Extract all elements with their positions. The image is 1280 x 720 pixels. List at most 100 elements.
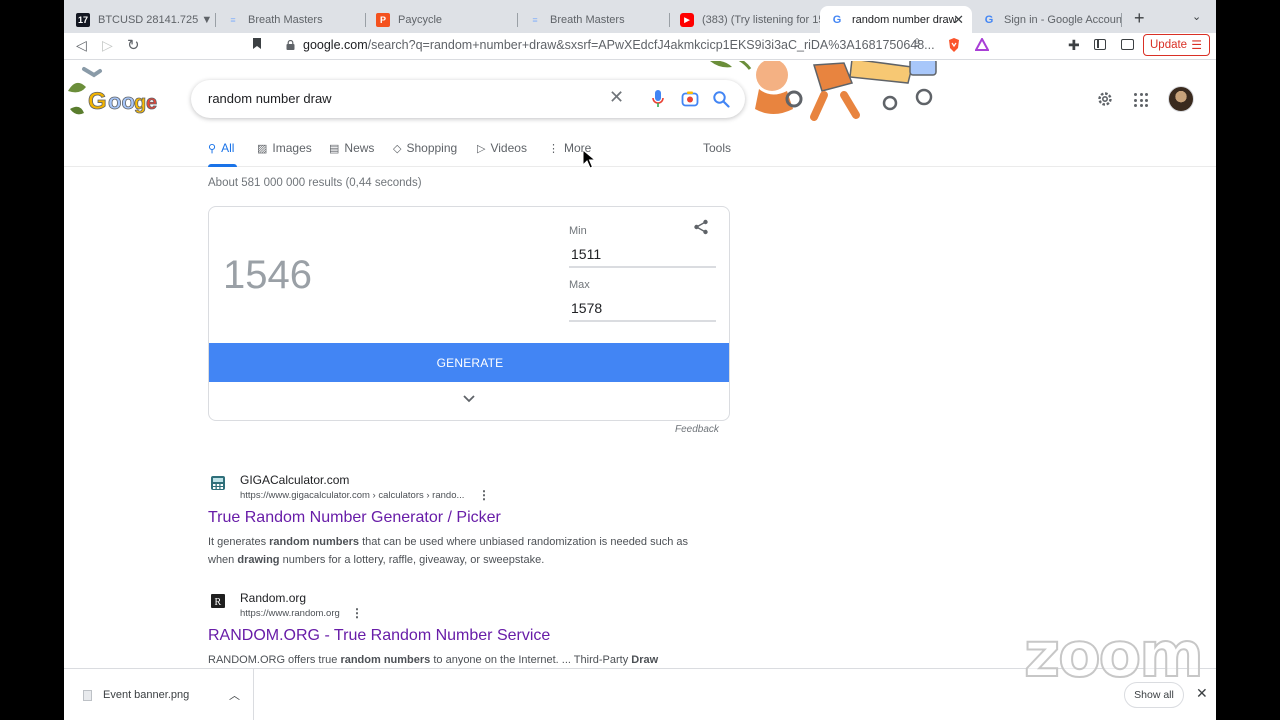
tab-title: Paycycle xyxy=(398,13,443,26)
tab-strip: 17 BTCUSD 28141.725 ▼ −3. ≡ Breath Maste… xyxy=(64,0,1216,33)
result-snippet: It generates random numbers that can be … xyxy=(208,536,689,566)
generate-button[interactable]: GENERATE xyxy=(209,343,729,382)
tab-breath-masters-1[interactable]: ≡ Breath Masters xyxy=(216,6,366,33)
brave-shield-icon[interactable] xyxy=(947,37,961,53)
brave-rewards-icon[interactable] xyxy=(975,38,989,51)
search-result: R Random.org https://www.random.org ⋮ RA… xyxy=(208,591,728,668)
google-results-page: G oo g e random number draw ✕ ⚲ All ▨ Im… xyxy=(64,61,1216,668)
news-icon: ▤ xyxy=(329,142,340,155)
video-icon: ▷ xyxy=(477,142,486,155)
chevron-up-icon[interactable]: ︿ xyxy=(229,687,240,703)
download-file-name: Event banner.png xyxy=(103,689,190,701)
result-url[interactable]: https://www.gigacalculator.com › calcula… xyxy=(240,490,464,501)
file-icon xyxy=(83,690,92,701)
close-download-bar-icon[interactable]: ✕ xyxy=(1196,685,1208,702)
tab-news[interactable]: ▤ News xyxy=(329,141,374,155)
show-all-button[interactable]: Show all xyxy=(1124,682,1184,708)
tab-videos[interactable]: ▷ Videos xyxy=(477,141,527,155)
menu-icon: ☰ xyxy=(1191,38,1202,52)
image-icon: ▨ xyxy=(257,142,268,155)
max-label: Max xyxy=(569,279,590,291)
tab-shopping[interactable]: ◇ Shopping xyxy=(393,141,457,155)
doc-icon: ≡ xyxy=(230,14,236,25)
lens-camera-icon[interactable] xyxy=(681,90,699,108)
browser-window: 17 BTCUSD 28141.725 ▼ −3. ≡ Breath Maste… xyxy=(64,0,1216,720)
max-input[interactable]: 1578 xyxy=(569,296,716,322)
gigacalculator-favicon xyxy=(208,473,228,493)
share-icon[interactable] xyxy=(693,219,709,235)
tag-icon: ◇ xyxy=(393,142,402,155)
address-bar[interactable]: google.com/search?q=random+number+draw&s… xyxy=(303,38,935,52)
sidebar-icon[interactable] xyxy=(1094,39,1106,50)
clear-search-icon[interactable]: ✕ xyxy=(609,87,624,108)
bookmark-icon[interactable] xyxy=(252,37,262,50)
svg-text:g: g xyxy=(134,92,146,114)
google-icon: G xyxy=(832,13,842,26)
back-icon[interactable]: ◁ xyxy=(76,37,87,54)
chevron-down-icon[interactable] xyxy=(462,394,476,404)
settings-gear-icon[interactable] xyxy=(1096,90,1114,108)
svg-text:zoom: zoom xyxy=(1024,626,1202,684)
tab-random-number-draw[interactable]: G random number draw ✕ xyxy=(820,6,972,33)
result-url[interactable]: https://www.random.org xyxy=(240,608,340,619)
feedback-link[interactable]: Feedback xyxy=(675,424,719,435)
more-options-icon[interactable]: ⋮ xyxy=(478,488,490,502)
results-stats: About 581 000 000 results (0,44 seconds) xyxy=(208,177,422,189)
tab-btcusd[interactable]: 17 BTCUSD 28141.725 ▼ −3. xyxy=(66,6,216,33)
tools-button[interactable]: Tools xyxy=(703,141,731,155)
result-site-name[interactable]: GIGACalculator.com xyxy=(240,473,349,487)
wallet-icon[interactable] xyxy=(1121,39,1134,50)
tab-title: Breath Masters xyxy=(248,13,323,26)
search-box[interactable]: random number draw ✕ xyxy=(191,80,745,118)
close-tab-icon[interactable]: ✕ xyxy=(953,12,964,28)
mic-icon[interactable] xyxy=(651,89,665,109)
search-tabs: ⚲ All ▨ Images ▤ News ◇ Shopping ▷ Videos ⋮ Mo… xyxy=(64,133,1216,167)
reload-icon[interactable]: ↻ xyxy=(127,36,140,54)
search-result: GIGACalculator.com https://www.gigacalcu… xyxy=(208,473,728,583)
browser-toolbar: ◁ ▷ ↻ google.com/search?q=random+number+… xyxy=(64,33,1216,60)
update-button[interactable]: Update ☰ xyxy=(1143,34,1210,56)
extensions-icon[interactable]: ✚ xyxy=(1068,37,1080,54)
svg-text:e: e xyxy=(146,92,157,114)
tab-breath-masters-2[interactable]: ≡ Breath Masters xyxy=(518,6,670,33)
tab-title: BTCUSD 28141.725 ▼ −3. xyxy=(98,13,216,26)
lock-icon[interactable] xyxy=(286,40,295,50)
new-tab-button[interactable]: + xyxy=(1134,8,1145,29)
doc-icon: ≡ xyxy=(532,14,538,25)
result-snippet: RANDOM.ORG offers true random numbers to… xyxy=(208,654,659,666)
mouse-cursor-icon xyxy=(582,149,596,169)
result-title-link[interactable]: True Random Number Generator / Picker xyxy=(208,509,501,527)
tab-paycycle[interactable]: P Paycycle xyxy=(366,6,518,33)
result-site-name[interactable]: Random.org xyxy=(240,591,306,605)
account-avatar[interactable] xyxy=(1168,86,1194,112)
svg-text:G: G xyxy=(88,88,107,115)
tab-title: random number draw xyxy=(852,13,957,26)
more-vert-icon: ⋮ xyxy=(548,142,559,155)
tab-google-sign-in[interactable]: G Sign in - Google Accounts xyxy=(972,6,1122,33)
share-page-icon[interactable]: ⇪ xyxy=(912,36,922,50)
search-input[interactable]: random number draw xyxy=(208,91,332,106)
min-label: Min xyxy=(569,225,587,237)
tab-images[interactable]: ▨ Images xyxy=(257,141,312,155)
tab-youtube[interactable]: ▶ (383) (Try listening for 15 xyxy=(670,6,820,33)
search-icon: ⚲ xyxy=(208,142,217,155)
forward-icon[interactable]: ▷ xyxy=(102,37,113,54)
tab-all[interactable]: ⚲ All xyxy=(208,141,234,155)
random-org-favicon: R xyxy=(208,591,228,611)
tab-title: Breath Masters xyxy=(550,13,625,26)
youtube-icon: ▶ xyxy=(680,12,694,27)
min-input[interactable]: 1511 xyxy=(569,242,716,268)
tab-title: (383) (Try listening for 15 xyxy=(702,13,820,26)
active-tab-indicator xyxy=(208,164,237,167)
random-number-generator-widget: 1546 Min 1511 Max 1578 GENERATE xyxy=(208,206,730,421)
google-doodle-logo[interactable]: G oo g e xyxy=(64,61,164,121)
google-apps-grid-icon[interactable] xyxy=(1134,93,1148,107)
more-options-icon[interactable]: ⋮ xyxy=(351,606,363,620)
download-item[interactable]: Event banner.png ︿ xyxy=(64,669,254,720)
svg-text:oo: oo xyxy=(108,89,135,114)
svg-text:R: R xyxy=(215,597,222,608)
tab-search-icon[interactable]: ⌄ xyxy=(1192,10,1201,23)
result-title-link[interactable]: RANDOM.ORG - True Random Number Service xyxy=(208,627,550,645)
search-icon[interactable] xyxy=(712,90,730,108)
paycycle-icon: P xyxy=(376,12,390,27)
